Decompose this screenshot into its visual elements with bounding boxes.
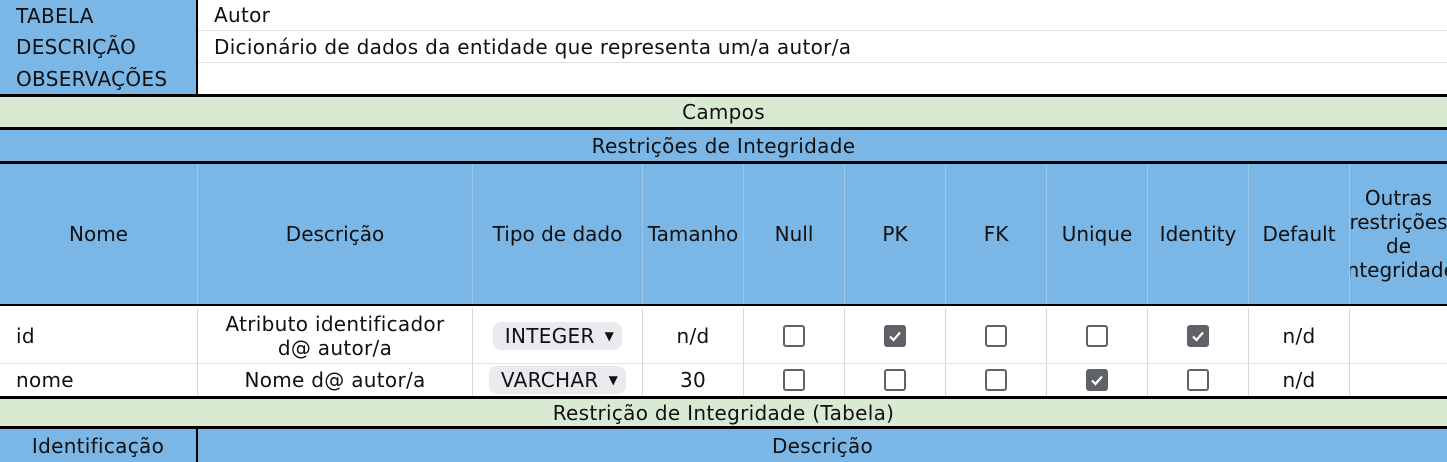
- table-row: nome Nome d@ autor/a VARCHAR ▼ 30 n/d: [0, 364, 1447, 396]
- data-dictionary-sheet: TABELA Autor DESCRIÇÃO Dicionário de dad…: [0, 0, 1447, 462]
- meta-label-tabela: TABELA: [0, 0, 198, 31]
- fk-checkbox[interactable]: [985, 369, 1007, 391]
- check-icon: [889, 331, 901, 342]
- field-tamanho[interactable]: 30: [643, 364, 744, 396]
- section-restricao-tabela: Restrição de Integridade (Tabela): [0, 396, 1447, 429]
- meta-row-tabela: TABELA Autor: [0, 0, 1447, 31]
- field-default[interactable]: n/d: [1249, 308, 1350, 363]
- meta-row-descricao: DESCRIÇÃO Dicionário de dados da entidad…: [0, 31, 1447, 63]
- triangle-down-icon: ▼: [608, 373, 619, 387]
- meta-value-tabela[interactable]: Autor: [198, 0, 1447, 31]
- col-header-descricao: Descrição: [198, 164, 473, 304]
- type-dropdown-value: VARCHAR: [500, 368, 599, 392]
- col-header-default: Default: [1249, 164, 1350, 304]
- type-dropdown-value: INTEGER: [504, 323, 595, 348]
- col-header-pk: PK: [845, 164, 946, 304]
- section-restricao-tabela-title: Restrição de Integridade (Tabela): [552, 400, 895, 425]
- col-header-tamanho: Tamanho: [643, 164, 744, 304]
- meta-label-observacoes: OBSERVAÇÕES: [0, 63, 198, 94]
- meta-value-observacoes[interactable]: [198, 63, 1447, 94]
- meta-row-observacoes: OBSERVAÇÕES: [0, 63, 1447, 97]
- field-nome[interactable]: nome: [0, 364, 198, 396]
- field-descricao[interactable]: Nome d@ autor/a: [198, 364, 473, 396]
- field-descricao[interactable]: Atributo identificador d@ autor/a: [198, 308, 473, 363]
- check-icon: [1192, 331, 1204, 342]
- field-outras[interactable]: [1350, 364, 1447, 396]
- section-restricoes: Restrições de Integridade: [0, 130, 1447, 164]
- table-row: id Atributo identificador d@ autor/a INT…: [0, 308, 1447, 364]
- field-outras[interactable]: [1350, 308, 1447, 363]
- field-pk-cell: [845, 308, 946, 363]
- col-header-identificacao: Identificação: [0, 429, 198, 462]
- section-campos: Campos: [0, 97, 1447, 130]
- field-tipo-cell: VARCHAR ▼: [473, 364, 643, 396]
- field-null-cell: [744, 364, 845, 396]
- field-fk-cell: [946, 308, 1047, 363]
- col-header-fk: FK: [946, 164, 1047, 304]
- check-icon: [1091, 375, 1103, 386]
- meta-label-descricao: DESCRIÇÃO: [0, 31, 198, 63]
- identity-checkbox[interactable]: [1187, 324, 1209, 347]
- field-identity-cell: [1148, 308, 1249, 363]
- col-header-null: Null: [744, 164, 845, 304]
- pk-checkbox[interactable]: [884, 369, 906, 391]
- null-checkbox[interactable]: [783, 369, 805, 391]
- section-restricoes-title: Restrições de Integridade: [591, 133, 856, 158]
- field-identity-cell: [1148, 364, 1249, 396]
- type-dropdown[interactable]: VARCHAR ▼: [488, 366, 627, 394]
- field-tamanho[interactable]: n/d: [643, 308, 744, 363]
- meta-value-descricao[interactable]: Dicionário de dados da entidade que repr…: [198, 31, 1447, 63]
- section-campos-title: Campos: [682, 100, 765, 124]
- col-header-unique: Unique: [1047, 164, 1148, 304]
- unique-checkbox[interactable]: [1086, 369, 1108, 391]
- field-default[interactable]: n/d: [1249, 364, 1350, 396]
- field-tipo-cell: INTEGER ▼: [473, 308, 643, 363]
- type-dropdown[interactable]: INTEGER ▼: [492, 321, 623, 350]
- col-header-nome: Nome: [0, 164, 198, 304]
- field-unique-cell: [1047, 364, 1148, 396]
- field-fk-cell: [946, 364, 1047, 396]
- col-header-tc-descricao: Descrição: [771, 433, 874, 458]
- col-header-tipo: Tipo de dado: [473, 164, 643, 304]
- table-constraint-header-row: Identificação Descrição: [0, 429, 1447, 462]
- fk-checkbox[interactable]: [985, 324, 1007, 347]
- triangle-down-icon: ▼: [604, 328, 615, 343]
- col-header-outras: Outras restrições de integridade: [1350, 186, 1447, 282]
- identity-checkbox[interactable]: [1187, 369, 1209, 391]
- null-checkbox[interactable]: [783, 324, 805, 347]
- unique-checkbox[interactable]: [1086, 324, 1108, 347]
- col-header-identity: Identity: [1148, 164, 1249, 304]
- column-header-row: Nome Descrição Tipo de dado Tamanho Null…: [0, 164, 1447, 306]
- field-pk-cell: [845, 364, 946, 396]
- field-nome[interactable]: id: [0, 308, 198, 363]
- field-null-cell: [744, 308, 845, 363]
- field-unique-cell: [1047, 308, 1148, 363]
- pk-checkbox[interactable]: [884, 324, 906, 347]
